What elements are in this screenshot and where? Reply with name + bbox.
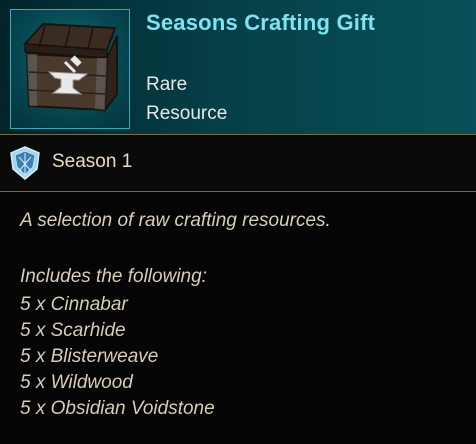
item-rarity: Rare: [146, 74, 188, 95]
list-item: 5 x Cinnabar: [20, 294, 128, 315]
item-description: A selection of raw crafting resources.: [20, 210, 331, 231]
list-item: 5 x Scarhide: [20, 320, 126, 341]
season-label: Season 1: [52, 151, 133, 172]
season-shield-icon: [10, 146, 40, 180]
list-item: 5 x Obsidian Voidstone: [20, 398, 215, 419]
item-name: Seasons Crafting Gift: [146, 10, 376, 35]
item-tooltip: Seasons Crafting Gift Rare Resource Seas…: [0, 0, 476, 444]
list-item: 5 x Blisterweave: [20, 346, 159, 367]
season-row: Season 1: [0, 134, 476, 192]
list-item: 5 x Wildwood: [20, 372, 133, 393]
tooltip-header: Seasons Crafting Gift Rare Resource: [0, 0, 476, 134]
anvil-chest-icon: [22, 22, 118, 114]
tooltip-body: A selection of raw crafting resources. I…: [0, 192, 476, 444]
item-type: Resource: [146, 103, 228, 124]
includes-heading: Includes the following:: [20, 266, 207, 287]
contents-list: 5 x Cinnabar 5 x Scarhide 5 x Blisterwea…: [20, 292, 215, 422]
item-icon-frame: [10, 9, 130, 129]
